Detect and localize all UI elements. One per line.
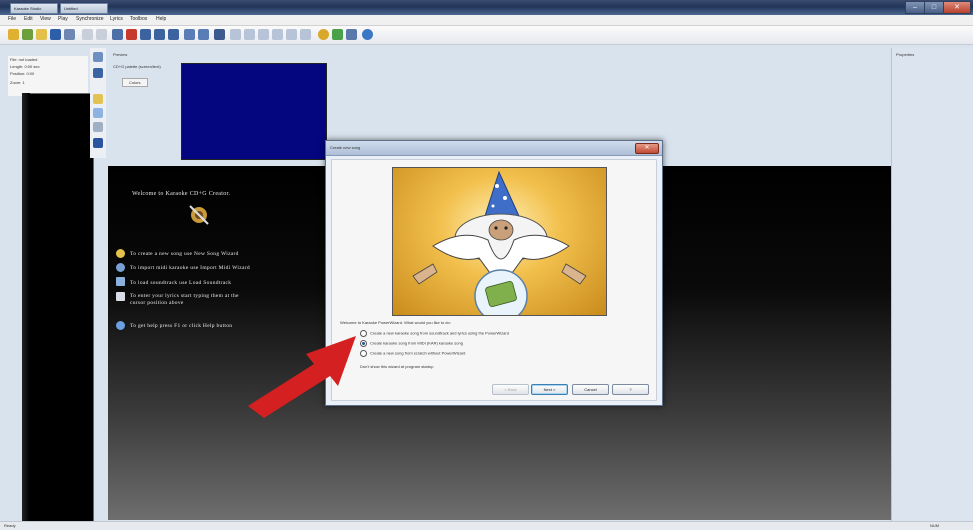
image-icon[interactable] xyxy=(93,108,103,118)
waveform-scrollbar[interactable] xyxy=(22,93,30,523)
play-icon[interactable] xyxy=(140,29,151,40)
dialog-title: Create new song xyxy=(330,145,361,150)
open-icon[interactable] xyxy=(22,29,33,40)
welcome-item-new-song[interactable]: To create a new song use New Song Wizard xyxy=(130,251,239,257)
folder-icon[interactable] xyxy=(36,29,47,40)
status-text: Ready xyxy=(4,523,16,528)
properties-icon[interactable] xyxy=(93,138,103,148)
properties-title: Properties xyxy=(896,52,915,57)
welcome-title: Welcome to Karaoke CD+G Creator. xyxy=(132,191,231,197)
lyrics-icon[interactable] xyxy=(93,52,103,62)
minimize-button[interactable]: – xyxy=(905,1,925,14)
option-midi[interactable]: Create karaoke song from MIDI (KAR) kara… xyxy=(360,340,463,347)
preview-panel: Preview CD+G palette (screen/text) Color… xyxy=(110,52,180,92)
menu-bar: File Edit View Play Synchronize Lyrics T… xyxy=(0,15,973,26)
help-button[interactable]: ? xyxy=(612,384,649,395)
length-info: Length: 0:00 sec xyxy=(10,64,40,69)
soundtrack-icon xyxy=(116,277,125,286)
tool-a-icon[interactable] xyxy=(230,29,241,40)
welcome-item-enter-lyrics-2: cursor position above xyxy=(130,300,184,306)
menu-toolbox[interactable]: Toolbox xyxy=(130,16,147,22)
colors-button[interactable]: Colors xyxy=(122,78,148,87)
welcome-item-enter-lyrics: To enter your lyrics start typing them a… xyxy=(130,293,239,299)
help-globe-icon xyxy=(116,321,125,330)
preview-title: Preview xyxy=(113,52,128,57)
tool-b-icon[interactable] xyxy=(244,29,255,40)
preview-option[interactable]: CD+G palette (screen/text) xyxy=(113,64,161,69)
title-bar: Karaoke Studio Untitled – □ ✕ xyxy=(0,0,973,15)
welcome-item-import-midi[interactable]: To import midi karaoke use Import Midi W… xyxy=(130,265,250,271)
menu-edit[interactable]: Edit xyxy=(24,16,33,22)
file-info: File: not loaded xyxy=(10,57,38,62)
create-new-song-dialog: Create new song ✕ Welcome to Karaoke Pow… xyxy=(325,140,663,406)
help-icon[interactable] xyxy=(362,29,373,40)
option-scratch[interactable]: Create a new song from scratch without P… xyxy=(360,350,465,357)
welcome-item-help[interactable]: To get help press F1 or click Help butto… xyxy=(130,323,232,329)
menu-help[interactable]: Help xyxy=(156,16,166,22)
tool-c-icon[interactable] xyxy=(258,29,269,40)
next-button[interactable]: Next > xyxy=(531,384,568,395)
redo-icon[interactable] xyxy=(96,29,107,40)
wizard-image xyxy=(412,170,587,315)
dialog-body: Welcome to Karaoke PowerWizard. What wou… xyxy=(331,159,657,401)
dialog-button-row: < Back Next > Cancel ? xyxy=(492,384,652,395)
export-icon[interactable] xyxy=(332,29,343,40)
option-midi-label: Create karaoke song from MIDI (KAR) kara… xyxy=(370,340,463,346)
position-info: Position: 0:00 xyxy=(10,71,35,76)
timing-icon[interactable] xyxy=(198,29,209,40)
cancel-button[interactable]: Cancel xyxy=(572,384,609,395)
burn-icon[interactable] xyxy=(346,29,357,40)
record-icon[interactable] xyxy=(318,29,329,40)
window-tab-app[interactable]: Karaoke Studio xyxy=(10,3,58,14)
window-tab-document[interactable]: Untitled xyxy=(60,3,108,14)
marker-icon[interactable] xyxy=(126,29,137,40)
lyrics-text-icon xyxy=(116,292,125,301)
wizard-illustration xyxy=(392,167,607,316)
properties-panel xyxy=(891,48,973,524)
note-icon[interactable] xyxy=(93,94,103,104)
new-song-icon xyxy=(116,249,125,258)
list-icon[interactable] xyxy=(168,29,179,40)
grid-icon[interactable] xyxy=(154,29,165,40)
import-midi-icon xyxy=(116,263,125,272)
maximize-button[interactable]: □ xyxy=(924,1,944,14)
menu-lyrics[interactable]: Lyrics xyxy=(110,16,123,22)
cut-icon[interactable] xyxy=(112,29,123,40)
dialog-title-bar[interactable]: Create new song ✕ xyxy=(326,141,662,156)
song-info-panel: File: not loaded Length: 0:00 sec Positi… xyxy=(8,56,88,96)
startup-hint[interactable]: Don't show this wizard at program startu… xyxy=(360,364,433,369)
undo-icon[interactable] xyxy=(82,29,93,40)
dialog-close-button[interactable]: ✕ xyxy=(635,143,659,154)
page-icon[interactable] xyxy=(93,68,103,78)
sync-icon[interactable] xyxy=(184,29,195,40)
zoom-info[interactable]: Zoom: 1 xyxy=(10,80,25,85)
option-scratch-label: Create a new song from scratch without P… xyxy=(370,350,466,356)
tool-d-icon[interactable] xyxy=(272,29,283,40)
tool-f-icon[interactable] xyxy=(300,29,311,40)
save-as-icon[interactable] xyxy=(64,29,75,40)
tool-e-icon[interactable] xyxy=(286,29,297,40)
menu-view[interactable]: View xyxy=(40,16,51,22)
menu-file[interactable]: File xyxy=(8,16,16,22)
wizard-wand-icon xyxy=(189,205,209,225)
new-song-wizard-icon[interactable] xyxy=(8,29,19,40)
num-lock-indicator: NUM xyxy=(930,523,940,528)
save-icon[interactable] xyxy=(50,29,61,40)
menu-synchronize[interactable]: Synchronize xyxy=(76,16,104,22)
cdg-preview-screen xyxy=(181,63,327,160)
back-button[interactable]: < Back xyxy=(492,384,529,395)
waveform-panel[interactable] xyxy=(22,93,94,525)
welcome-item-load-soundtrack[interactable]: To load soundtrack use Load Soundtrack xyxy=(130,280,231,286)
red-arrow-annotation xyxy=(248,336,356,418)
side-toolbar xyxy=(90,48,106,158)
option-powerwizard[interactable]: Create a new karaoke song from soundtrac… xyxy=(360,330,509,337)
toolbar xyxy=(0,26,973,45)
menu-play[interactable]: Play xyxy=(58,16,68,22)
text-icon[interactable] xyxy=(93,122,103,132)
effects-icon[interactable] xyxy=(214,29,225,40)
close-button[interactable]: ✕ xyxy=(943,1,971,14)
option-powerwizard-label: Create a new karaoke song from soundtrac… xyxy=(370,330,509,336)
